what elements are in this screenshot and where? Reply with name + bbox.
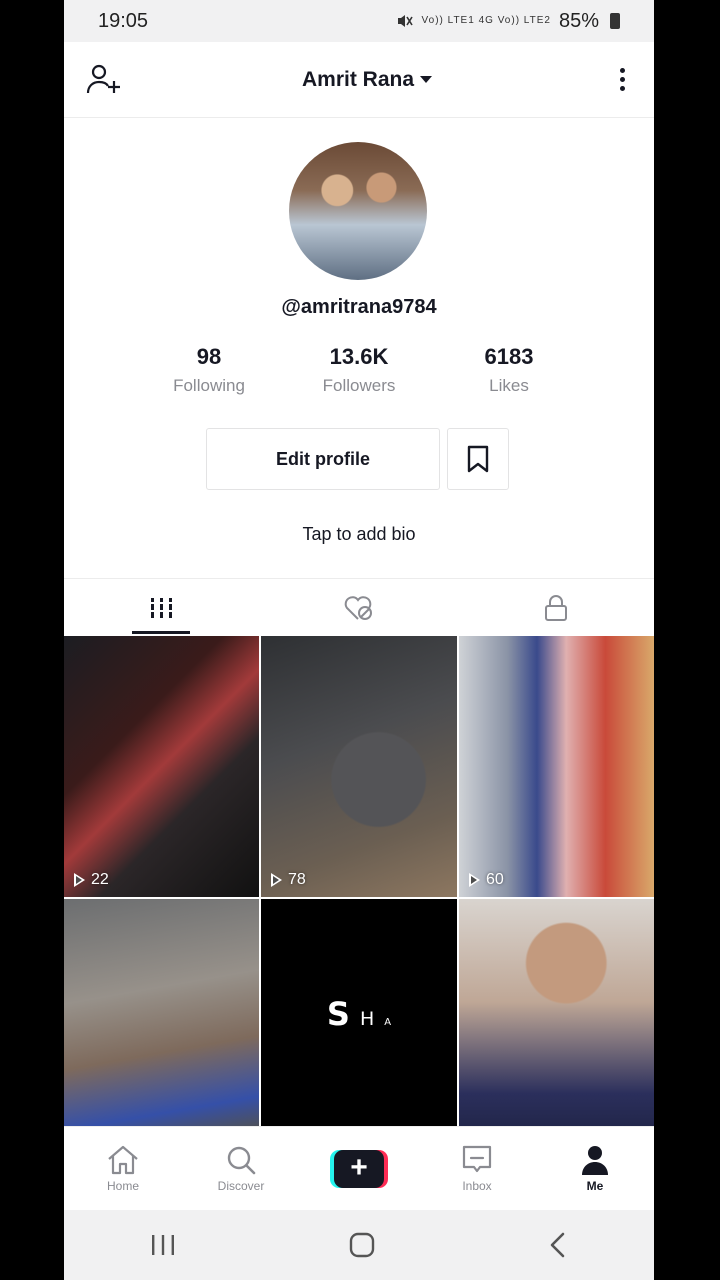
nav-create[interactable]: + <box>314 1149 404 1188</box>
nav-label: Discover <box>217 1179 265 1193</box>
status-time: 19:05 <box>98 9 149 32</box>
tab-private[interactable] <box>457 579 654 636</box>
stat-label: Likes <box>489 376 529 395</box>
content-tabs <box>64 578 654 636</box>
video-overlay-text: S H A <box>327 995 391 1033</box>
video-thumbnail[interactable]: 78 <box>261 636 457 897</box>
videos-grid-icon <box>149 597 176 618</box>
more-options-icon[interactable] <box>612 68 632 91</box>
nav-home[interactable]: Home <box>78 1144 168 1193</box>
nav-me[interactable]: Me <box>550 1144 640 1193</box>
view-count-value: 60 <box>486 871 504 888</box>
nav-inbox[interactable]: Inbox <box>432 1144 522 1193</box>
battery-icon <box>610 13 620 29</box>
bookmark-icon <box>467 445 489 473</box>
battery-percent: 85% <box>558 9 599 32</box>
overlay-letter: A <box>384 1016 392 1028</box>
private-lock-icon <box>544 594 567 621</box>
stat-followers[interactable]: 13.6K Followers <box>284 344 434 396</box>
view-count: 22 <box>74 871 109 889</box>
inbox-icon <box>462 1145 492 1173</box>
overlay-letter: H <box>359 1007 375 1030</box>
app-screen: 19:05 Vo)) LTE1 4G Vo)) LTE2 85% Amrit R… <box>64 0 654 1280</box>
tab-liked[interactable] <box>261 579 458 636</box>
plus-icon: + <box>334 1149 384 1188</box>
profile-stats: 98 Following 13.6K Followers 6183 Likes <box>134 344 584 396</box>
system-nav-bar <box>64 1210 654 1280</box>
chevron-down-icon <box>420 76 433 83</box>
video-thumbnail[interactable]: S H A <box>261 899 457 1128</box>
add-friend-icon[interactable] <box>86 63 122 97</box>
avatar[interactable] <box>289 142 427 280</box>
bottom-nav: Home Discover + Inbox Me <box>64 1126 654 1210</box>
profile-handle: @amritrana9784 <box>281 296 437 318</box>
video-thumbnail[interactable] <box>64 899 259 1128</box>
tab-videos[interactable] <box>64 579 261 636</box>
search-icon <box>227 1146 256 1175</box>
video-thumbnail[interactable]: 60 <box>459 636 654 897</box>
view-count: 78 <box>271 871 306 889</box>
person-icon <box>582 1146 608 1175</box>
favorites-button[interactable] <box>447 428 509 490</box>
nav-discover[interactable]: Discover <box>196 1144 286 1193</box>
stat-value: 98 <box>196 344 222 369</box>
profile-header: Amrit Rana <box>64 42 654 118</box>
stat-label: Followers <box>322 376 396 395</box>
liked-hidden-icon <box>344 595 372 620</box>
edit-profile-button[interactable]: Edit profile <box>206 428 440 490</box>
stat-label: Following <box>173 376 245 395</box>
play-icon <box>271 873 282 887</box>
play-icon <box>469 873 480 887</box>
add-bio-link[interactable]: Tap to add bio <box>64 524 654 545</box>
overlay-letter: S <box>326 994 350 1033</box>
back-icon[interactable] <box>548 1232 568 1258</box>
nav-label: Inbox <box>462 1179 492 1193</box>
network-labels: Vo)) LTE1 4G Vo)) LTE2 <box>421 15 551 26</box>
status-indicators: Vo)) LTE1 4G Vo)) LTE2 85% <box>396 10 620 33</box>
home-button-icon[interactable] <box>349 1232 375 1258</box>
video-thumbnail[interactable] <box>459 899 654 1128</box>
view-count-value: 22 <box>91 871 109 888</box>
play-icon <box>74 873 85 887</box>
recent-apps-icon[interactable] <box>150 1234 176 1256</box>
home-icon <box>108 1145 138 1175</box>
view-count: 60 <box>469 871 504 889</box>
stat-value: 6183 <box>484 344 534 369</box>
view-count-value: 78 <box>288 871 306 888</box>
account-name: Amrit Rana <box>301 67 415 91</box>
stat-following[interactable]: 98 Following <box>134 344 284 396</box>
nav-label: Home <box>106 1179 139 1193</box>
status-bar: 19:05 Vo)) LTE1 4G Vo)) LTE2 85% <box>64 0 654 42</box>
mute-icon <box>397 15 413 27</box>
video-thumbnail[interactable]: 22 <box>64 636 259 897</box>
stat-likes[interactable]: 6183 Likes <box>434 344 584 396</box>
account-switcher[interactable]: Amrit Rana <box>301 67 433 92</box>
video-grid: 22 78 60 S H A <box>64 636 654 1128</box>
nav-label: Me <box>586 1179 604 1193</box>
create-button[interactable]: + <box>330 1149 388 1188</box>
stat-value: 13.6K <box>329 344 389 369</box>
